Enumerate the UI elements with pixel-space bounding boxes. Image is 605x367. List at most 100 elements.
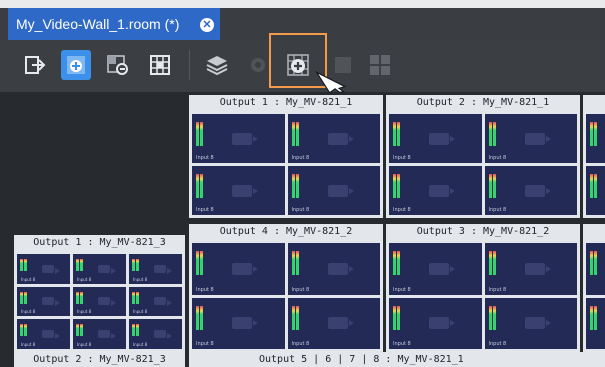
grid-icon xyxy=(150,55,170,75)
tile-label: Input 8 xyxy=(77,309,92,315)
grid-button[interactable] xyxy=(145,50,175,80)
audio-meter-icon xyxy=(291,174,299,198)
audio-meter-icon xyxy=(393,122,400,146)
monitor-output3[interactable]: Output 3 : My_MV-821_2 Input 8 Input 8 I… xyxy=(386,224,580,352)
video-tile[interactable]: Input 8 xyxy=(389,297,482,349)
room-tab[interactable]: My_Video-Wall_1.room (*) ✕ xyxy=(8,8,220,40)
monitor-output1-top[interactable]: Output 1 : My_MV-821_1 Input 8 Input 8 I… xyxy=(189,95,383,218)
camera-icon xyxy=(153,330,172,340)
video-tile[interactable]: Input 8 xyxy=(484,166,577,215)
video-tile[interactable]: Input 8 xyxy=(73,254,126,284)
tile-label: Input 8 xyxy=(291,155,310,161)
video-tile[interactable] xyxy=(586,297,605,349)
close-icon[interactable]: ✕ xyxy=(200,18,214,32)
tile-label: Input 8 xyxy=(393,286,411,293)
video-tile[interactable]: Input 8 xyxy=(17,319,70,349)
tile-label: Input 8 xyxy=(393,341,411,347)
audio-meter-icon xyxy=(590,251,597,275)
tile-label: Input 8 xyxy=(133,341,148,347)
audio-meter-icon xyxy=(132,259,139,271)
monitor-output2-top[interactable]: Output 2 : My_MV-821_1 Input 8 Input 8 I… xyxy=(386,95,580,218)
video-tile[interactable]: Input 8 xyxy=(17,254,70,284)
audio-meter-icon xyxy=(393,174,400,198)
camera-icon xyxy=(41,330,60,340)
tile-label: Input 8 xyxy=(77,276,92,282)
tile-label: Input 8 xyxy=(291,341,310,347)
video-tile[interactable] xyxy=(586,166,605,215)
monitor-output4[interactable]: Output 4 : My_MV-821_2 Input 8 Input 8 I… xyxy=(189,224,383,352)
link-layout-button[interactable] xyxy=(103,50,133,80)
camera-icon xyxy=(41,264,60,274)
camera-icon xyxy=(327,132,354,145)
camera-icon xyxy=(327,262,354,275)
video-tile[interactable]: Input 8 xyxy=(389,243,482,295)
video-tile[interactable]: Input 8 xyxy=(129,319,182,349)
video-tile[interactable] xyxy=(586,243,605,295)
monitor-output2-left-title[interactable]: Output 2 : My_MV-821_3 xyxy=(14,352,185,367)
exit-button[interactable] xyxy=(20,50,50,80)
link-layout-icon xyxy=(107,55,128,75)
mouse-pointer-icon xyxy=(314,70,347,94)
layers-button[interactable] xyxy=(202,50,232,80)
video-tile[interactable]: Input 8 xyxy=(129,254,182,284)
audio-meter-icon xyxy=(291,122,299,146)
camera-icon xyxy=(327,317,354,330)
video-tile[interactable]: Input 8 xyxy=(192,166,285,215)
video-tile[interactable]: Input 8 xyxy=(129,286,182,317)
tile-label: Input 8 xyxy=(488,286,507,293)
video-tile[interactable]: Input 8 xyxy=(192,297,285,349)
monitor-title: Output 1 : My_MV-821_3 xyxy=(33,237,166,248)
camera-icon xyxy=(429,262,456,275)
video-tile[interactable]: Input 8 xyxy=(17,286,70,317)
tile-label: Input 8 xyxy=(133,276,148,282)
video-tile[interactable]: Input 8 xyxy=(192,114,285,163)
audio-meter-icon xyxy=(132,291,139,304)
video-tile[interactable]: Input 8 xyxy=(484,114,577,163)
tile-label: Input 8 xyxy=(291,286,310,293)
tile-label: Input 8 xyxy=(196,341,214,347)
video-tile[interactable]: Input 8 xyxy=(484,243,577,295)
video-tile[interactable]: Input 8 xyxy=(287,114,380,163)
video-tile[interactable]: Input 8 xyxy=(287,297,380,349)
video-tile[interactable] xyxy=(586,114,605,163)
audio-meter-icon xyxy=(488,305,496,330)
disabled-settings-icon xyxy=(251,58,265,72)
video-tile[interactable]: Input 8 xyxy=(389,114,482,163)
camera-icon xyxy=(429,317,456,330)
monitor-output1-left[interactable]: Output 1 : My_MV-821_3 Input 8 Input 8 I… xyxy=(14,235,185,352)
video-tile[interactable]: Input 8 xyxy=(484,297,577,349)
monitor-output5-title[interactable]: Output 5 | 6 | 7 | 8 : My_MV-821_1 xyxy=(189,352,605,367)
audio-meter-icon xyxy=(20,324,27,337)
audio-meter-icon xyxy=(196,174,203,198)
audio-meter-icon xyxy=(196,305,203,330)
audio-meter-icon xyxy=(393,251,400,275)
video-tile[interactable]: Input 8 xyxy=(287,243,380,295)
audio-meter-icon xyxy=(76,259,83,271)
camera-icon xyxy=(524,262,551,275)
monitor-title: Output 4 : My_MV-821_2 xyxy=(219,226,353,237)
add-monitor-button[interactable] xyxy=(61,50,91,80)
video-tile[interactable]: Input 8 xyxy=(389,166,482,215)
audio-meter-icon xyxy=(488,174,496,198)
video-tile[interactable]: Input 8 xyxy=(73,319,126,349)
audio-meter-icon xyxy=(20,291,27,304)
tile-label: Input 8 xyxy=(488,155,507,161)
tile-label: Input 8 xyxy=(21,341,36,347)
monitor-partial-right-bottom[interactable] xyxy=(583,224,605,352)
tile-label: Input 8 xyxy=(393,155,411,161)
video-tile[interactable]: Input 8 xyxy=(287,166,380,215)
audio-meter-icon xyxy=(393,305,400,330)
audio-meter-icon xyxy=(590,305,597,330)
toolbar-separator xyxy=(189,50,190,80)
tab-bar-edge xyxy=(0,0,605,8)
camera-icon xyxy=(524,317,551,330)
tiles-button[interactable] xyxy=(365,50,395,80)
exit-icon xyxy=(25,56,46,74)
video-tile[interactable]: Input 8 xyxy=(192,243,285,295)
video-tile[interactable]: Input 8 xyxy=(73,286,126,317)
tile-label: Input 8 xyxy=(196,155,214,161)
camera-icon xyxy=(327,184,354,197)
monitor-partial-right-top[interactable] xyxy=(583,95,605,218)
tile-label: Input 8 xyxy=(291,207,310,213)
tile-label: Input 8 xyxy=(196,286,214,293)
